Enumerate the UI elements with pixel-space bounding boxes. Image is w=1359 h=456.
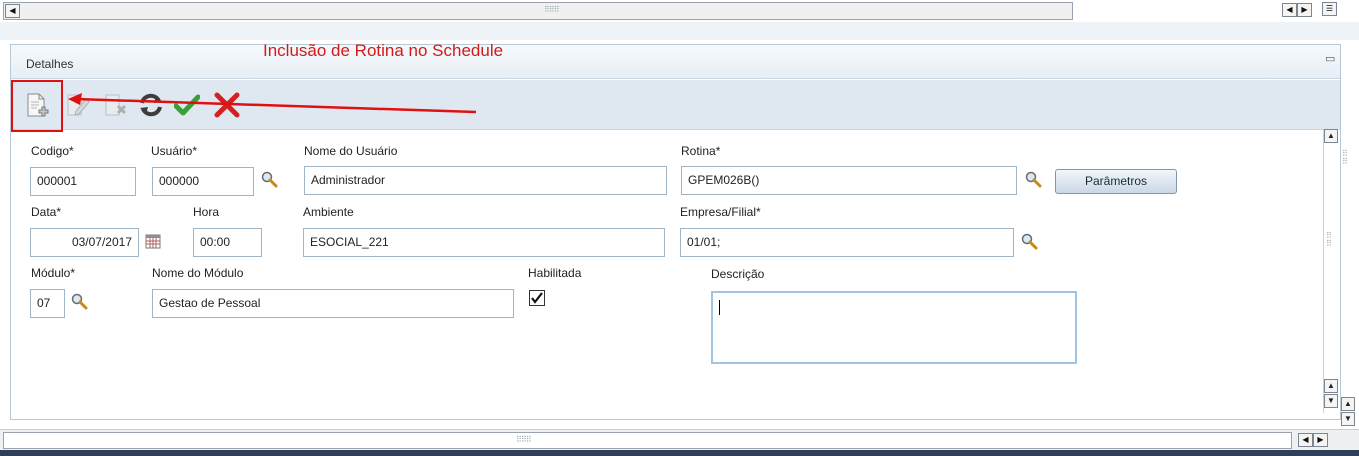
descricao-label: Descrição <box>711 267 765 281</box>
rotina-search-icon[interactable] <box>1024 170 1042 188</box>
scroll-grip-icon: ⠿⠿⠿ <box>544 5 560 14</box>
scroll-down-button[interactable]: ▼ <box>1324 394 1338 408</box>
scroll-left-button[interactable]: ◀ <box>5 4 20 18</box>
habilitada-checkbox[interactable] <box>529 290 545 306</box>
collapse-icon[interactable]: ▭ <box>1325 52 1335 65</box>
panel-header <box>11 45 1340 79</box>
ambiente-label: Ambiente <box>303 205 354 219</box>
nome-modulo-label: Nome do Módulo <box>152 266 244 280</box>
checkmark-icon <box>531 292 543 304</box>
data-field[interactable]: 03/07/2017 <box>30 228 139 257</box>
vertical-scrollbar[interactable]: ▲ ▲ ▼ <box>1323 129 1339 413</box>
usuario-search-icon[interactable] <box>260 170 278 188</box>
hora-label: Hora <box>193 205 220 219</box>
parametros-button[interactable]: Parâmetros <box>1055 169 1177 194</box>
bottom-scroll-left-button[interactable]: ◀ <box>1298 433 1313 447</box>
scroll-up-button-bottom[interactable]: ▲ <box>1324 379 1338 393</box>
modulo-label: Módulo* <box>31 266 76 280</box>
bottom-horizontal-scrollbar[interactable]: ⠿⠿⠿ <box>3 432 1292 449</box>
rotina-label: Rotina* <box>681 144 721 158</box>
outer-scroll-up-button[interactable]: ▲ <box>1341 397 1355 411</box>
empresa-filial-label: Empresa/Filial* <box>680 205 761 219</box>
nome-modulo-field[interactable]: Gestao de Pessoal <box>152 289 514 318</box>
nome-usuario-label: Nome do Usuário <box>304 144 398 158</box>
base-strip <box>0 450 1359 456</box>
panel-title: Detalhes <box>26 57 74 71</box>
text-caret <box>719 300 720 315</box>
top-horizontal-scrollbar[interactable]: ◀ ⠿⠿⠿ <box>3 2 1073 20</box>
habilitada-label: Habilitada <box>528 266 582 280</box>
empresa-filial-field[interactable]: 01/01; <box>680 228 1014 257</box>
side-grip-icon: ⠿ ⠿ <box>1342 149 1348 166</box>
scroll-up-button[interactable]: ▲ <box>1324 129 1338 143</box>
rotina-field[interactable]: GPEM026B() <box>681 166 1017 195</box>
annotation-arrow <box>68 93 477 114</box>
data-label: Data* <box>31 205 62 219</box>
codigo-field[interactable]: 000001 <box>30 167 136 196</box>
scroll-right-button[interactable]: ▶ <box>1297 3 1312 17</box>
top-band <box>0 22 1359 40</box>
empresa-filial-search-icon[interactable] <box>1020 232 1038 250</box>
ambiente-field[interactable]: ESOCIAL_221 <box>303 228 665 257</box>
outer-scroll-down-button[interactable]: ▼ <box>1341 412 1355 426</box>
nome-usuario-field[interactable]: Administrador <box>304 166 667 195</box>
side-grip-icon-lower: ⠿ ⠿ <box>1326 231 1332 248</box>
annotation-highlight-box <box>11 80 63 132</box>
descricao-textarea[interactable] <box>711 291 1077 364</box>
scroll-left-button-right[interactable]: ◀ <box>1282 3 1297 17</box>
expand-panel-icon[interactable]: ☰ <box>1322 2 1337 16</box>
codigo-label: Codigo* <box>31 144 74 158</box>
calendar-icon[interactable] <box>145 233 161 249</box>
usuario-field[interactable]: 000000 <box>152 167 254 196</box>
bottom-grip-icon: ⠿⠿⠿ <box>516 435 532 444</box>
bottom-scroll-right-button[interactable]: ▶ <box>1313 433 1328 447</box>
modulo-search-icon[interactable] <box>70 292 88 310</box>
modulo-field[interactable]: 07 <box>30 289 65 318</box>
usuario-label: Usuário* <box>151 144 198 158</box>
annotation-text: Inclusão de Rotina no Schedule <box>263 41 504 60</box>
hora-field[interactable]: 00:00 <box>193 228 262 257</box>
